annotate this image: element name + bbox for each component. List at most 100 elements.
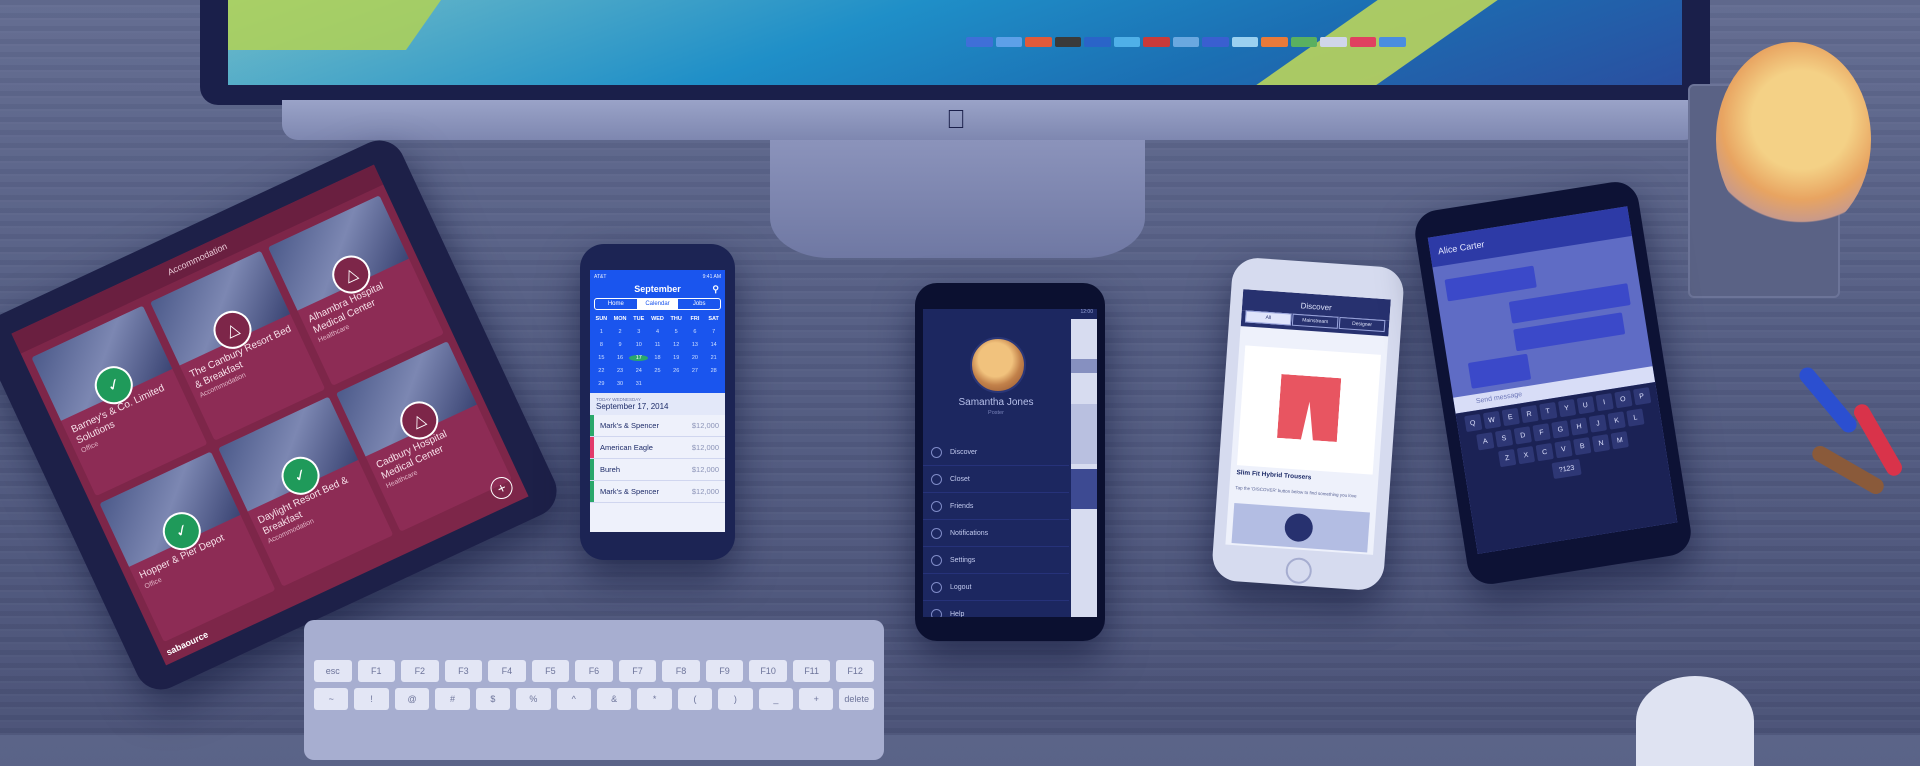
list-item[interactable]: American Eagle $12,000: [590, 437, 725, 459]
content-strip: [1071, 469, 1097, 509]
key[interactable]: A: [1476, 432, 1495, 451]
calendar-day[interactable]: 14: [704, 342, 723, 348]
menu-item-discover[interactable]: Discover: [923, 439, 1069, 466]
calendar-day[interactable]: 21: [704, 355, 723, 361]
content-strip: [1071, 359, 1097, 373]
keyboard-row: ~! @ # $% ^ & *() _ + delete: [314, 688, 874, 710]
key: F12: [836, 660, 874, 682]
key: F3: [444, 660, 483, 682]
calendar-day[interactable]: 11: [648, 342, 667, 348]
calendar-day[interactable]: 4: [648, 329, 667, 335]
calendar-day[interactable]: 15: [592, 355, 611, 361]
key[interactable]: Q: [1463, 413, 1482, 433]
key[interactable]: S: [1494, 429, 1514, 448]
menu-item-notifications[interactable]: Notifications: [923, 520, 1069, 547]
weekday-label: WED: [651, 316, 664, 322]
key[interactable]: V: [1554, 440, 1573, 459]
list-item[interactable]: Mark's & Spencer $12,000: [590, 481, 725, 503]
discover-button[interactable]: [1283, 512, 1314, 543]
calendar-day[interactable]: 9: [611, 342, 630, 348]
tab-home[interactable]: Home: [595, 299, 637, 309]
key: ): [718, 688, 753, 710]
key[interactable]: B: [1573, 437, 1592, 456]
calendar-day[interactable]: 12: [667, 342, 686, 348]
calendar-day[interactable]: 6: [686, 329, 705, 335]
pen-cup: [1796, 340, 1920, 520]
avatar[interactable]: [970, 337, 1026, 393]
key[interactable]: U: [1576, 396, 1595, 415]
calendar-day[interactable]: 22: [592, 368, 611, 374]
key: ~: [314, 688, 349, 710]
key: +: [799, 688, 834, 710]
key[interactable]: C: [1535, 442, 1554, 462]
calendar-day[interactable]: 24: [629, 368, 648, 374]
key[interactable]: J: [1588, 414, 1608, 433]
calendar-day[interactable]: 7: [704, 329, 723, 335]
key[interactable]: L: [1626, 408, 1645, 427]
tab-mainstream[interactable]: Mainstream: [1291, 313, 1339, 329]
list-item[interactable]: Bureh $12,000: [590, 459, 725, 481]
tab-jobs[interactable]: Jobs: [678, 299, 720, 309]
calendar-day[interactable]: 16: [611, 355, 630, 361]
menu-item-help[interactable]: Help: [923, 601, 1069, 617]
home-button[interactable]: [1284, 556, 1313, 585]
calendar-day[interactable]: 18: [648, 355, 667, 361]
entry-name: American Eagle: [600, 443, 653, 452]
calendar-day[interactable]: 8: [592, 342, 611, 348]
calendar-day[interactable]: 30: [611, 381, 630, 387]
entry-amount: $12,000: [691, 465, 719, 474]
message-bubble: [1444, 265, 1537, 302]
key[interactable]: E: [1501, 407, 1520, 427]
calendar-day[interactable]: 10: [629, 342, 648, 348]
calendar-grid: SUN MON TUE WED THU FRI SAT 1 2 3 4 5 6 7 8 9 10 11 12 13 14…: [590, 312, 725, 393]
key[interactable]: H: [1569, 417, 1589, 436]
menu-item-logout[interactable]: Logout: [923, 574, 1069, 601]
key[interactable]: Y: [1557, 399, 1576, 418]
calendar-day[interactable]: 1: [592, 329, 611, 335]
key: F8: [662, 660, 700, 682]
list-item[interactable]: Mark's & Spencer $12,000: [590, 415, 725, 437]
key: $: [475, 688, 511, 710]
key: _: [758, 688, 794, 710]
calendar-day[interactable]: 26: [667, 368, 686, 374]
calendar-day[interactable]: 3: [629, 329, 648, 335]
calendar-day[interactable]: 23: [611, 368, 630, 374]
key[interactable]: O: [1613, 390, 1633, 409]
product-image[interactable]: [1236, 345, 1381, 475]
weekday-label: SUN: [595, 316, 608, 322]
key[interactable]: I: [1594, 393, 1614, 412]
key: #: [435, 688, 470, 710]
menu-item-closet[interactable]: Closet: [923, 466, 1069, 493]
calendar-day[interactable]: 31: [629, 381, 648, 387]
key[interactable]: R: [1519, 404, 1539, 424]
calendar-day[interactable]: 13: [686, 342, 705, 348]
key[interactable]: F: [1532, 423, 1551, 442]
calendar-day[interactable]: 25: [648, 368, 667, 374]
search-icon[interactable]: ⚲: [712, 284, 719, 295]
key[interactable]: X: [1516, 445, 1536, 465]
key[interactable]: K: [1607, 411, 1626, 430]
key[interactable]: W: [1482, 410, 1501, 430]
tab-designer[interactable]: Designer: [1338, 316, 1386, 333]
key[interactable]: P: [1632, 387, 1651, 406]
calendar-day[interactable]: 27: [686, 368, 705, 374]
key[interactable]: N: [1591, 434, 1611, 453]
menu-item-friends[interactable]: Friends: [923, 493, 1069, 520]
calendar-day[interactable]: 28: [704, 368, 723, 374]
calendar-day[interactable]: 20: [686, 355, 705, 361]
key[interactable]: G: [1551, 420, 1570, 439]
key-numbers[interactable]: ?123: [1551, 458, 1582, 480]
calendar-day[interactable]: 17: [629, 355, 649, 361]
key[interactable]: T: [1538, 402, 1557, 421]
key[interactable]: Z: [1498, 448, 1517, 468]
calendar-day[interactable]: 5: [667, 329, 686, 335]
calendar-day[interactable]: 2: [611, 329, 630, 335]
menu-item-settings[interactable]: Settings: [923, 547, 1069, 574]
calendar-day[interactable]: 29: [592, 381, 611, 387]
tab-calendar[interactable]: Calendar: [636, 299, 679, 309]
key[interactable]: D: [1513, 426, 1532, 445]
key[interactable]: M: [1610, 431, 1629, 450]
tab-all[interactable]: All: [1244, 310, 1292, 326]
discover-panel: [1231, 503, 1370, 553]
calendar-day[interactable]: 19: [667, 355, 686, 361]
